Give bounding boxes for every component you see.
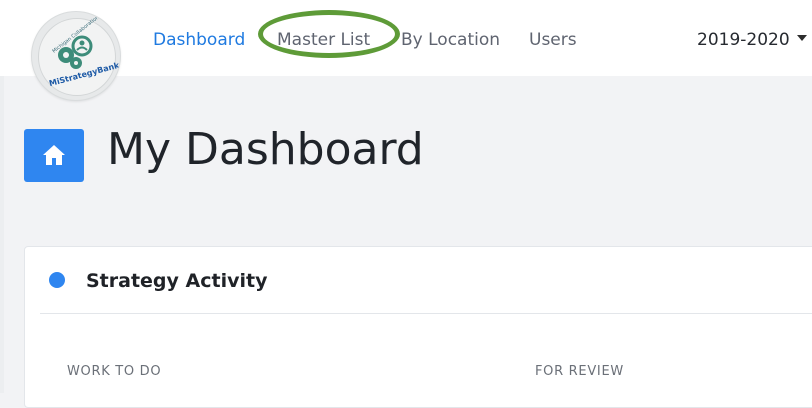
column-label-for-review: FOR REVIEW [535,364,624,379]
page-title: My Dashboard [107,124,424,175]
column-label-work-to-do: WORK TO DO [67,364,162,379]
nav-item-by-location[interactable]: By Location [401,28,500,52]
caret-down-icon[interactable] [797,35,807,41]
nav-item-users[interactable]: Users [529,28,577,52]
card-divider [40,313,812,314]
nav-item-master-list[interactable]: Master List [277,28,370,52]
gears-icon [58,35,93,69]
left-edge-divider [0,76,4,393]
home-icon [43,145,65,165]
nav-item-dashboard[interactable]: Dashboard [153,28,245,52]
year-selector[interactable]: 2019-2020 [697,28,790,52]
home-icon-tile [24,129,84,182]
mistrategybank-logo[interactable]: Michigan Collaboration Hub MiStrategyBan… [31,11,121,101]
card-status-dot [49,272,65,288]
card-title: Strategy Activity [86,270,268,292]
